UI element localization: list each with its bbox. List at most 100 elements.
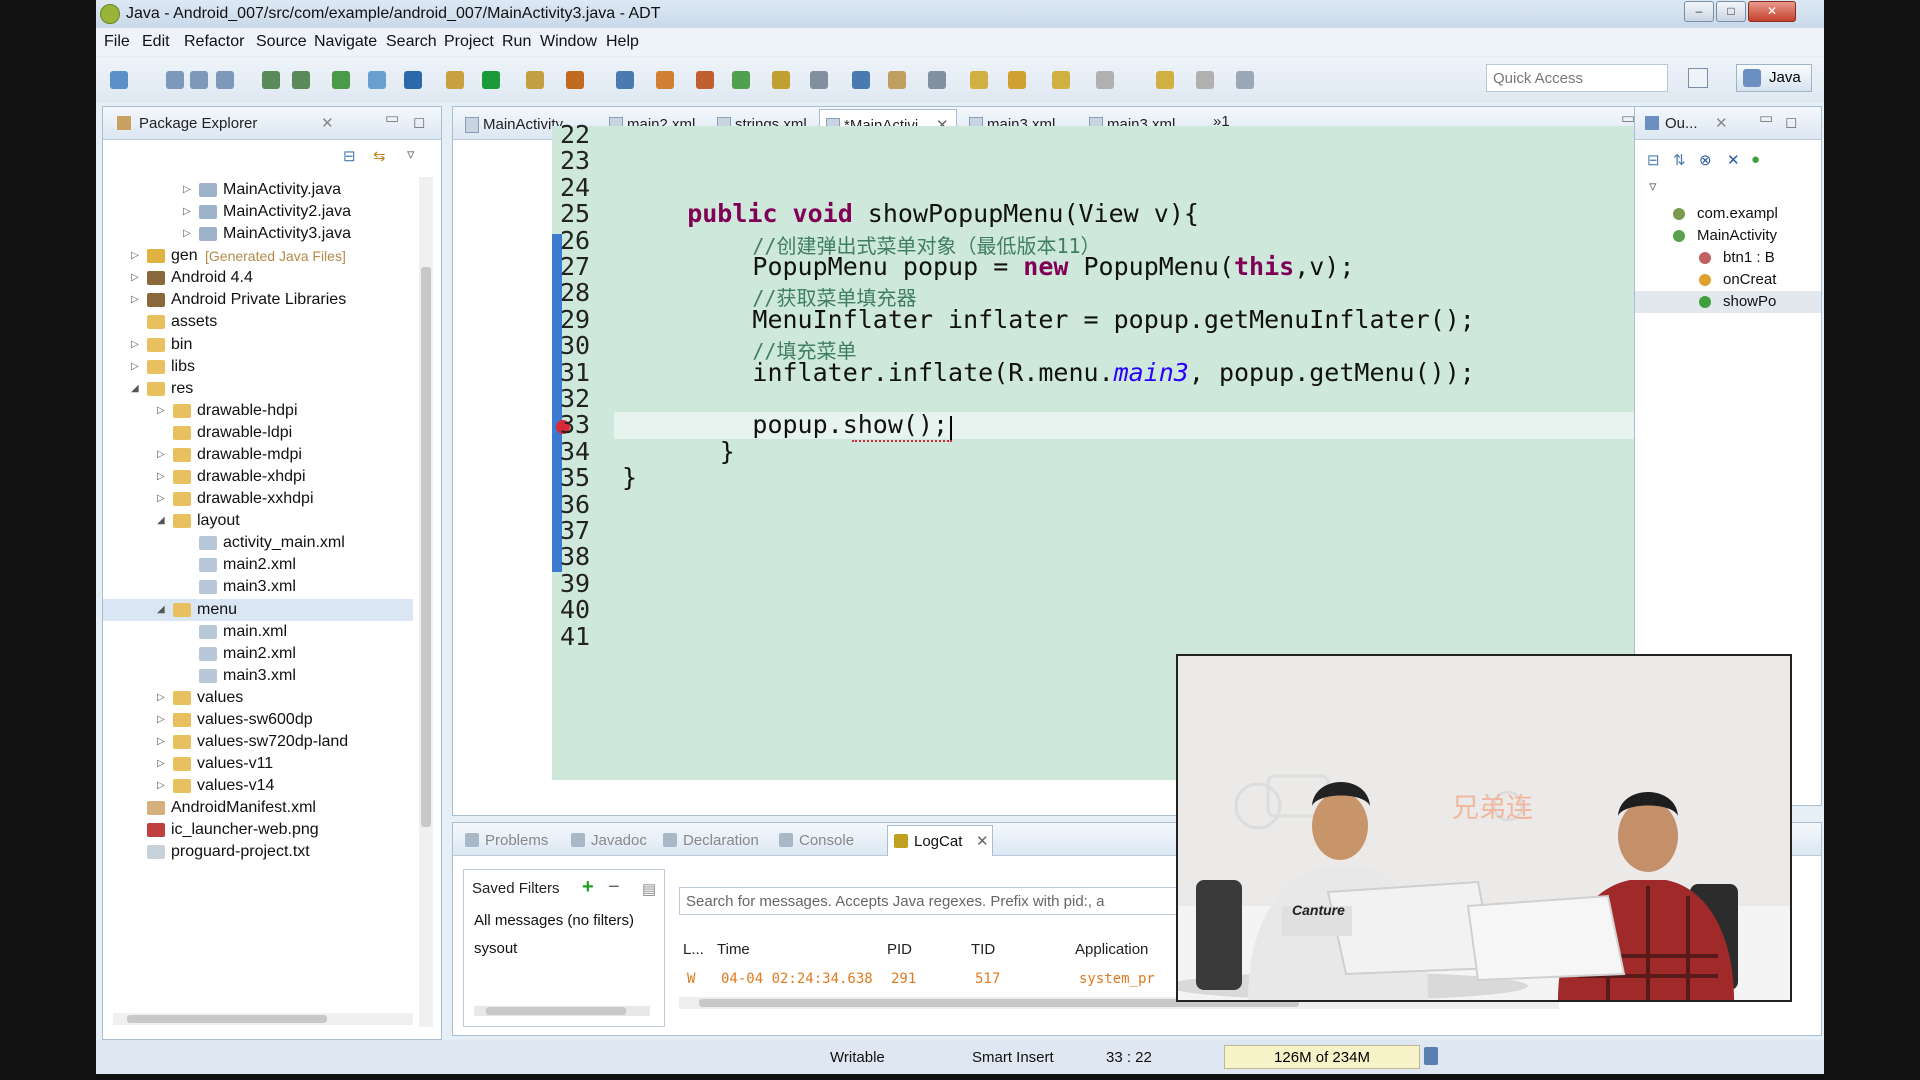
tree-item[interactable]: ▷ MainActivity3.java [103,223,413,245]
toolbar-tool-icon-8[interactable] [368,71,386,89]
tree-item[interactable]: ▷ gen [Generated Java Files] [103,245,413,267]
outline-menu-icon[interactable]: ▿ [1649,177,1657,195]
link-editor-icon[interactable]: ⇆ [373,147,386,165]
tree-item[interactable]: main2.xml [103,643,413,665]
logcat-cell[interactable]: 517 [975,971,1000,987]
tree-arrow-icon[interactable]: ▷ [183,223,191,245]
tree-item[interactable]: proguard-project.txt [103,841,413,863]
hide-nonpublic-icon[interactable]: ● [1751,151,1760,168]
menu-help[interactable]: Help [606,33,639,51]
menu-window[interactable]: Window [540,33,597,51]
add-filter-icon[interactable]: + [582,876,594,899]
toolbar-tool-icon-4[interactable] [216,71,234,89]
logcat-cell[interactable]: 291 [891,971,916,987]
tree-item[interactable]: ▷ drawable-mdpi [103,444,413,466]
toolbar-tool-icon-16[interactable] [696,71,714,89]
tree-item[interactable]: ▷ libs [103,356,413,378]
menu-refactor[interactable]: Refactor [184,33,244,51]
outline-close-icon[interactable]: ✕ [1715,114,1728,132]
logcat-column-header[interactable]: TID [971,941,995,958]
menu-run[interactable]: Run [502,33,531,51]
toolbar-tool-icon-11[interactable] [482,71,500,89]
tree-item[interactable]: ◢ menu [103,598,413,621]
close-button[interactable]: ✕ [1748,1,1796,22]
logcat-cell[interactable]: system_pr [1079,971,1155,987]
tree-item[interactable]: ◢ layout [103,510,413,532]
tree-arrow-icon[interactable]: ▷ [131,289,139,311]
minimize-view-icon[interactable]: ▭ [385,109,399,127]
toolbar-tool-icon-12[interactable] [526,71,544,89]
garbage-collect-icon[interactable] [1424,1047,1438,1065]
toolbar-tool-icon-2[interactable] [166,71,184,89]
toolbar-tool-icon-19[interactable] [810,71,828,89]
filter-item[interactable]: All messages (no filters) [474,910,660,932]
tree-arrow-icon[interactable]: ◢ [157,510,165,532]
tree-item[interactable]: main.xml [103,621,413,643]
toolbar-tool-icon-24[interactable] [1008,71,1026,89]
tree-item[interactable]: ▷ Android Private Libraries [103,289,413,311]
tree-arrow-icon[interactable]: ▷ [131,356,139,378]
quick-access-input[interactable]: Quick Access [1486,64,1668,92]
tree-item[interactable]: ▷ MainActivity2.java [103,201,413,223]
tree-arrow-icon[interactable]: ▷ [157,731,165,753]
logcat-column-header[interactable]: Application [1075,941,1148,958]
toolbar-tool-icon-3[interactable] [190,71,208,89]
package-explorer-tab[interactable]: Package Explorer [139,115,257,132]
tree-item[interactable]: AndroidManifest.xml [103,797,413,819]
tree-item[interactable]: ▷ values-sw720dp-land [103,731,413,753]
toolbar-tool-icon-28[interactable] [1196,71,1214,89]
maximize-view-icon[interactable]: ◻ [413,113,425,131]
menu-file[interactable]: File [104,33,130,51]
tree-hscroll-thumb[interactable] [127,1015,327,1023]
filter-hscroll[interactable] [474,1006,650,1016]
toolbar-tool-icon-27[interactable] [1156,71,1174,89]
java-perspective-button[interactable]: Java [1736,64,1812,92]
tree-item[interactable]: main3.xml [103,665,413,687]
tree-arrow-icon[interactable]: ▷ [157,488,165,510]
tree-arrow-icon[interactable]: ◢ [157,599,165,621]
toolbar-tool-icon-29[interactable] [1236,71,1254,89]
heap-status[interactable]: 126M of 234M [1224,1045,1420,1069]
outline-tab[interactable]: Ou... [1665,115,1698,132]
logcat-cell[interactable]: 04-04 02:24:34.638 [721,971,873,987]
open-perspective-icon[interactable] [1688,68,1708,88]
tree-item[interactable]: ◢ res [103,378,413,400]
bottom-tab[interactable]: Console [773,825,873,855]
tree-arrow-icon[interactable]: ▷ [157,687,165,709]
outline-item[interactable]: onCreat [1635,269,1821,291]
tree-item[interactable]: ▷ values-v11 [103,753,413,775]
tree-arrow-icon[interactable]: ▷ [157,753,165,775]
tree-item[interactable]: main2.xml [103,554,413,576]
tree-vertical-scrollbar[interactable] [419,177,433,1027]
tree-item[interactable]: ▷ values-v14 [103,775,413,797]
tree-item[interactable]: main3.xml [103,576,413,598]
outline-item[interactable]: com.exampl [1635,203,1821,225]
toolbar-tool-icon-26[interactable] [1096,71,1114,89]
tree-arrow-icon[interactable]: ▷ [157,444,165,466]
tree-item[interactable]: ▷ bin [103,334,413,356]
toolbar-tool-icon-21[interactable] [888,71,906,89]
bottom-tab[interactable]: Problems [459,825,559,855]
tree-item[interactable]: activity_main.xml [103,532,413,554]
toolbar-tool-icon-6[interactable] [292,71,310,89]
tree-arrow-icon[interactable]: ▷ [183,179,191,201]
tree-scroll-thumb[interactable] [421,267,431,827]
outline-item[interactable]: showPo [1635,291,1821,313]
tree-horizontal-scrollbar[interactable] [113,1013,413,1025]
toolbar-tool-icon-18[interactable] [772,71,790,89]
toolbar-tool-icon-9[interactable] [404,71,422,89]
collapse-all-icon[interactable]: ⊟ [343,147,356,165]
edit-filter-icon[interactable]: ▤ [642,880,656,898]
tree-arrow-icon[interactable]: ▷ [157,775,165,797]
tree-item[interactable]: ▷ drawable-xxhdpi [103,488,413,510]
toolbar-tool-icon-25[interactable] [1052,71,1070,89]
tree-item[interactable]: ▷ drawable-hdpi [103,400,413,422]
hide-fields-icon[interactable]: ⊗ [1699,151,1712,169]
menu-navigate[interactable]: Navigate [314,33,377,51]
sort-icon[interactable]: ⇅ [1673,151,1686,169]
tree-arrow-icon[interactable]: ▷ [131,267,139,289]
close-view-icon[interactable]: ✕ [321,114,334,132]
bottom-tab[interactable]: Javadoc [565,825,665,855]
bottom-tab[interactable]: Declaration [657,825,759,855]
logcat-close-icon[interactable]: ✕ [976,832,989,850]
